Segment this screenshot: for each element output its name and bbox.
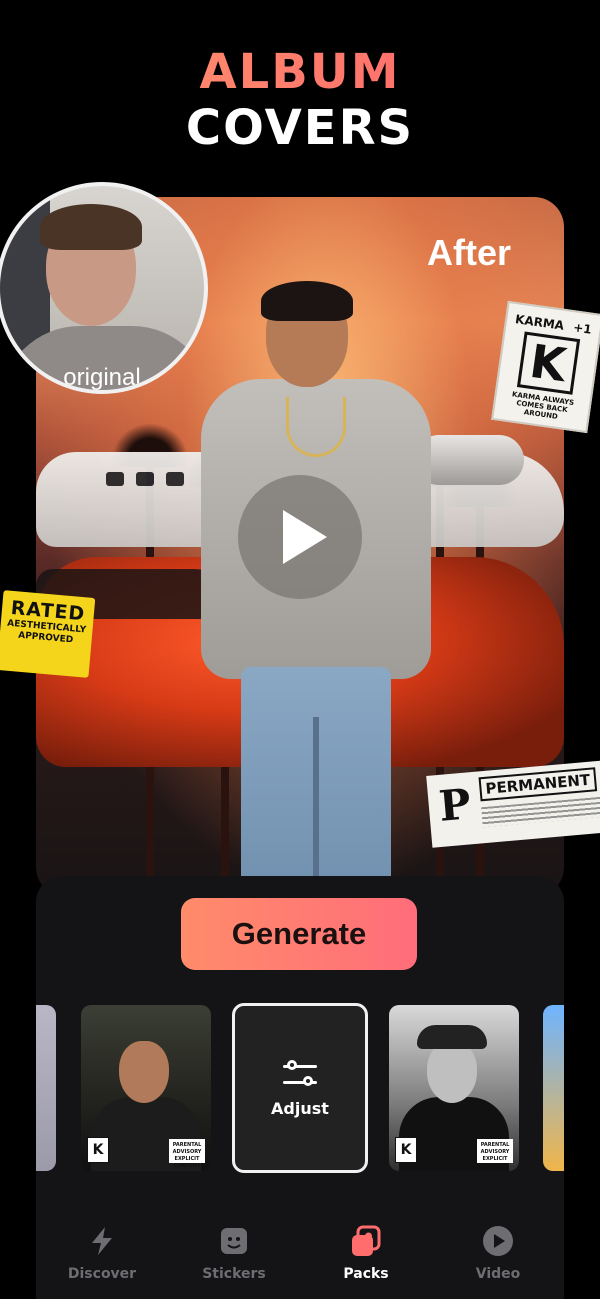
generate-button[interactable]: Generate [181, 898, 417, 970]
rated-sticker: RATED AESTHETICALLY APPROVED [0, 590, 96, 678]
style-thumbnail-leather-jacket[interactable]: K PARENTAL ADVISORY EXPLICIT CONTENT [81, 1005, 211, 1171]
parental-advisory-badge: PARENTAL ADVISORY EXPLICIT CONTENT [169, 1139, 205, 1169]
karma-caption: KARMA ALWAYS COMES BACK AROUND [511, 390, 575, 421]
nav-label: Video [475, 1266, 521, 1282]
karma-sticker: KARMA +1 K KARMA ALWAYS COMES BACK AROUN… [491, 300, 600, 434]
headline-album: ALBUM [0, 44, 600, 100]
karma-plus: +1 [572, 320, 593, 337]
karma-badge: K [87, 1137, 109, 1163]
bottom-nav: Discover Stickers Packs Video [36, 1210, 564, 1299]
style-thumbnail-partial-left[interactable] [36, 1005, 56, 1171]
nav-packs[interactable]: Packs [300, 1210, 432, 1299]
karma-badge: K [395, 1137, 417, 1163]
nav-stickers[interactable]: Stickers [168, 1210, 300, 1299]
sticker-icon [217, 1224, 251, 1258]
play-button[interactable] [238, 475, 362, 599]
permanent-word: PERMANENT [478, 767, 598, 802]
karma-title: KARMA [514, 312, 565, 333]
play-circle-icon [481, 1224, 515, 1258]
permanent-fineprint [481, 796, 600, 828]
sliders-icon [283, 1059, 317, 1089]
nav-video[interactable]: Video [432, 1210, 564, 1299]
style-thumbnail-partial-right[interactable] [543, 1005, 564, 1171]
adjust-label: Adjust [271, 1098, 329, 1118]
permanent-letter: P [436, 779, 473, 831]
packs-icon [349, 1224, 383, 1258]
original-label: original [63, 364, 141, 391]
nav-label: Packs [343, 1266, 389, 1282]
parental-advisory-badge: PARENTAL ADVISORY EXPLICIT CONTENT [477, 1139, 513, 1169]
nav-label: Stickers [202, 1266, 266, 1282]
style-thumbnail-fedora[interactable]: K PARENTAL ADVISORY EXPLICIT CONTENT [389, 1005, 519, 1171]
original-photo-circle[interactable]: original [0, 182, 208, 394]
after-label: After [427, 232, 512, 273]
nav-label: Discover [67, 1266, 137, 1282]
headline-covers: COVERS [185, 100, 415, 156]
play-icon [283, 510, 327, 564]
nav-discover[interactable]: Discover [36, 1210, 168, 1299]
permanent-sticker: P PERMANENT [426, 760, 600, 848]
karma-letter: K [516, 331, 580, 395]
adjust-thumbnail-selected[interactable]: Adjust [232, 1003, 368, 1173]
bolt-icon [85, 1224, 119, 1258]
